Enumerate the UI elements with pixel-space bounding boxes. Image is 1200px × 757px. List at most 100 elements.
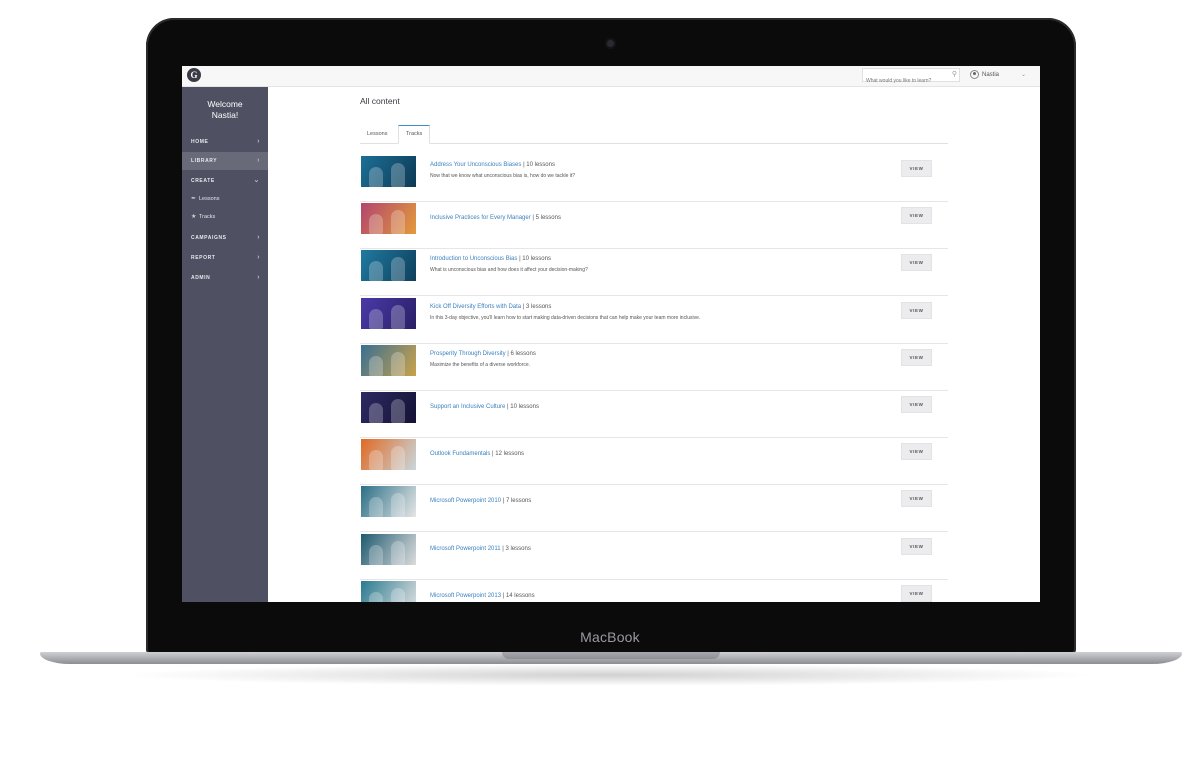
track-row: Prosperity Through Diversity | 6 lessons… <box>360 343 948 391</box>
thumbnail-figure <box>391 493 405 518</box>
sidebar-item-label: ADMIN <box>191 275 211 281</box>
sidebar-item-admin[interactable]: ADMIN › <box>182 269 268 287</box>
welcome-line-1: Welcome <box>207 99 243 109</box>
track-lesson-count: | 10 lessons <box>507 404 539 410</box>
track-thumbnail[interactable] <box>361 392 416 423</box>
user-menu[interactable]: ☻ Nastia ⌄ <box>970 68 1036 82</box>
thumbnail-figure <box>391 446 405 471</box>
sidebar-subitem-tracks[interactable]: ★ Tracks <box>182 210 268 224</box>
view-button[interactable]: VIEW <box>901 348 932 366</box>
track-thumbnail[interactable] <box>361 203 416 235</box>
thumbnail-figure <box>391 540 405 565</box>
view-button[interactable]: VIEW <box>901 443 932 461</box>
track-title: Inclusive Practices for Every Manager | … <box>430 215 561 221</box>
track-description: What is unconscious bias and how does it… <box>430 267 588 274</box>
chevron-down-icon: ⌄ <box>253 177 260 184</box>
track-title-link[interactable]: Inclusive Practices for Every Manager <box>430 215 531 221</box>
track-title: Microsoft Powerpoint 2010 | 7 lessons <box>430 498 531 504</box>
track-lesson-count: | 3 lessons <box>522 303 552 310</box>
sidebar-subitem-lessons[interactable]: ✒ Lessons <box>182 192 268 206</box>
view-button[interactable]: VIEW <box>901 584 932 602</box>
chevron-right-icon: › <box>257 157 260 164</box>
track-row: Introduction to Unconscious Bias | 10 le… <box>360 248 948 297</box>
track-title: Support an Inclusive Culture | 10 lesson… <box>430 404 539 410</box>
track-thumbnail[interactable] <box>361 439 416 471</box>
track-lesson-count: | 7 lessons <box>502 498 532 505</box>
track-thumbnail[interactable] <box>361 156 416 187</box>
track-row: Microsoft Powerpoint 2011 | 3 lessons VIE… <box>360 532 948 580</box>
content-tabs: Lessons Tracks <box>360 124 948 144</box>
sidebar-subitem-label: Lessons <box>199 196 220 202</box>
track-title-link[interactable]: Outlook Fundamentals <box>430 451 490 457</box>
thumbnail-figure <box>391 587 405 602</box>
sidebar-item-label: CREATE <box>191 178 215 184</box>
track-thumbnail[interactable] <box>361 486 416 518</box>
welcome-message: Welcome Nastia! <box>182 99 268 121</box>
thumbnail-figure <box>369 214 383 235</box>
track-title-link[interactable]: Prosperity Through Diversity <box>430 351 506 357</box>
track-title-link[interactable]: Microsoft Powerpoint 2010 <box>430 498 501 504</box>
search-box[interactable]: ⚲ <box>862 68 960 87</box>
sidebar-item-report[interactable]: REPORT › <box>182 249 268 267</box>
track-thumbnail[interactable] <box>361 580 416 602</box>
track-lesson-count: | 3 lessons <box>502 545 531 552</box>
track-lesson-count: | 10 lessons <box>519 256 551 263</box>
track-title: Introduction to Unconscious Bias | 10 le… <box>430 256 551 262</box>
chevron-down-icon[interactable]: ⌄ <box>1021 68 1026 82</box>
laptop-shadow <box>120 664 1100 686</box>
track-thumbnail[interactable] <box>361 250 416 282</box>
track-icon: ★ <box>191 214 197 220</box>
main-content: All content Lessons Tracks Address Your … <box>268 87 1040 602</box>
app-logo-icon[interactable]: G <box>187 68 201 82</box>
sidebar-item-home[interactable]: HOME › <box>182 133 268 151</box>
search-icon[interactable]: ⚲ <box>952 70 957 78</box>
view-button[interactable]: VIEW <box>901 537 932 555</box>
track-lesson-count: | 6 lessons <box>507 350 536 357</box>
track-lesson-count: | 14 lessons <box>502 592 535 599</box>
track-title: Microsoft Powerpoint 2013 | 14 lessons <box>430 593 535 599</box>
pencil-icon: ✒ <box>191 196 197 202</box>
chevron-right-icon: › <box>257 234 260 241</box>
sidebar-item-campaigns[interactable]: CAMPAIGNS › <box>182 229 268 247</box>
track-title-link[interactable]: Kick Off Diversity Efforts with Data <box>430 304 521 310</box>
sidebar-item-library[interactable]: LIBRARY › <box>182 152 268 170</box>
track-title-link[interactable]: Microsoft Powerpoint 2013 <box>430 593 501 599</box>
view-button[interactable]: VIEW <box>901 490 932 508</box>
view-button[interactable]: VIEW <box>901 254 932 272</box>
top-bar: G ⚲ ☻Nastia ⌄ <box>182 66 1040 87</box>
search-input[interactable] <box>863 75 950 87</box>
view-button[interactable]: VIEW <box>901 301 932 319</box>
track-row: Microsoft Powerpoint 2013 | 14 lessons VI… <box>360 579 948 602</box>
track-title-link[interactable]: Address Your Unconscious Biases <box>430 162 521 168</box>
track-description: Maximize the benefits of a diverse workf… <box>430 361 531 368</box>
track-thumbnail[interactable] <box>361 297 416 329</box>
tab-lessons[interactable]: Lessons <box>360 126 395 142</box>
user-name: Nastia <box>982 72 1000 78</box>
app-screen: G ⚲ ☻Nastia ⌄ Welcome Nastia! HOME › LIB… <box>182 66 1040 602</box>
sidebar-subitem-label: Tracks <box>199 214 216 220</box>
view-button[interactable]: VIEW <box>901 160 932 177</box>
page-title: All content <box>360 96 400 106</box>
thumbnail-figure <box>391 210 405 235</box>
thumbnail-figure <box>369 167 383 187</box>
thumbnail-figure <box>391 351 405 376</box>
view-button[interactable]: VIEW <box>901 396 932 413</box>
sidebar-item-label: HOME <box>191 139 209 145</box>
track-thumbnail[interactable] <box>361 533 416 565</box>
view-button[interactable]: VIEW <box>901 207 932 225</box>
track-thumbnail[interactable] <box>361 344 416 376</box>
track-title-link[interactable]: Support an Inclusive Culture <box>430 404 505 410</box>
track-title-link[interactable]: Microsoft Powerpoint 2011 <box>430 546 501 552</box>
laptop-brand-label: MacBook <box>580 629 640 645</box>
track-row: Microsoft Powerpoint 2010 | 7 lessons VIE… <box>360 484 948 533</box>
thumbnail-figure <box>369 450 383 471</box>
track-row: Outlook Fundamentals | 12 lessons VIEW <box>360 437 948 486</box>
thumbnail-figure <box>391 399 405 423</box>
track-title-link[interactable]: Introduction to Unconscious Bias <box>430 256 517 262</box>
tab-tracks[interactable]: Tracks <box>398 125 431 144</box>
sidebar-item-label: LIBRARY <box>191 158 218 164</box>
laptop-notch <box>502 652 720 659</box>
chevron-right-icon: › <box>257 254 260 261</box>
sidebar-item-create[interactable]: CREATE ⌄ <box>182 172 268 190</box>
track-row: Kick Off Diversity Efforts with Data | 3… <box>360 296 948 344</box>
